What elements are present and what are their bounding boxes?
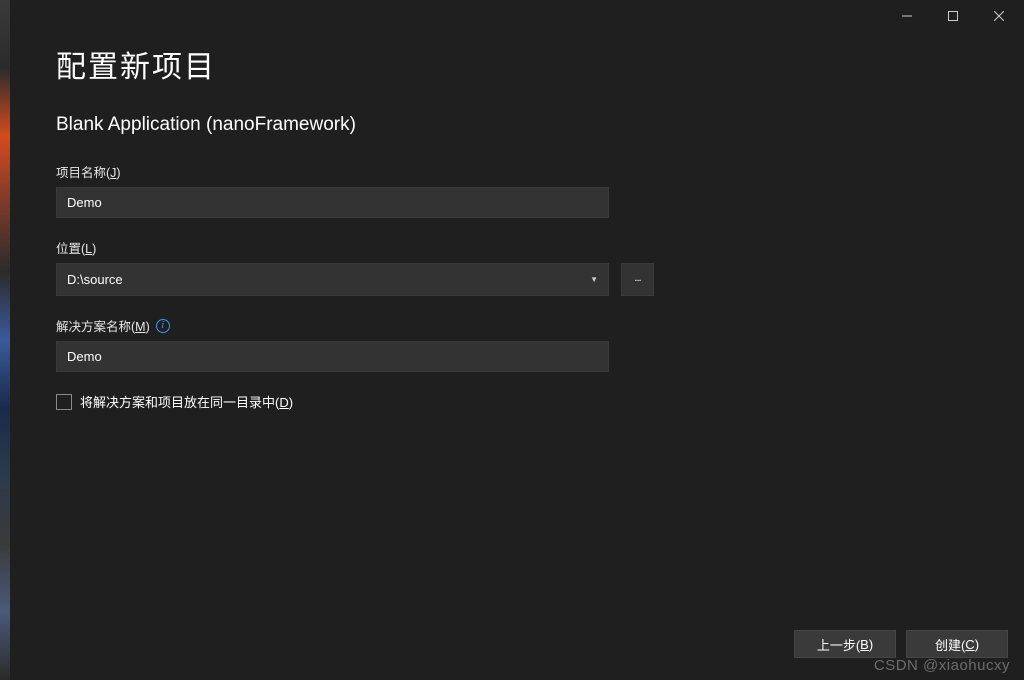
dialog-content: 配置新项目 Blank Application (nanoFramework) … <box>10 32 1024 680</box>
same-directory-label: 将解决方案和项目放在同一目录中(D) <box>80 392 293 411</box>
titlebar <box>10 0 1024 32</box>
info-icon[interactable]: i <box>156 319 170 333</box>
project-name-input[interactable] <box>56 187 609 218</box>
solution-name-input[interactable] <box>56 341 609 372</box>
location-field: 位置(L) D:\source ▼ ... <box>56 238 666 296</box>
dialog-window: 配置新项目 Blank Application (nanoFramework) … <box>10 0 1024 680</box>
location-value: D:\source <box>67 272 123 287</box>
watermark: CSDN @xiaohucxy <box>874 657 1010 674</box>
template-name: Blank Application (nanoFramework) <box>56 114 978 136</box>
project-name-field: 项目名称(J) <box>56 162 666 218</box>
chevron-down-icon: ▼ <box>590 275 598 284</box>
minimize-button[interactable] <box>884 1 930 31</box>
page-title: 配置新项目 <box>56 42 978 86</box>
maximize-button[interactable] <box>930 1 976 31</box>
location-combobox[interactable]: D:\source ▼ <box>56 263 609 296</box>
same-directory-checkbox[interactable] <box>56 394 72 410</box>
location-label: 位置(L) <box>56 238 666 257</box>
back-button[interactable]: 上一步(B) <box>794 630 896 658</box>
same-directory-option[interactable]: 将解决方案和项目放在同一目录中(D) <box>56 392 666 411</box>
solution-name-field: 解决方案名称(M) i <box>56 316 666 372</box>
browse-button[interactable]: ... <box>621 263 654 296</box>
project-name-label: 项目名称(J) <box>56 162 666 181</box>
solution-name-label: 解决方案名称(M) <box>56 316 150 335</box>
footer-buttons: 上一步(B) 创建(C) <box>794 630 1008 658</box>
background-sidebar-strip <box>0 0 10 680</box>
close-button[interactable] <box>976 1 1022 31</box>
create-button[interactable]: 创建(C) <box>906 630 1008 658</box>
form-area: 项目名称(J) 位置(L) D:\source ▼ ... <box>56 162 666 411</box>
